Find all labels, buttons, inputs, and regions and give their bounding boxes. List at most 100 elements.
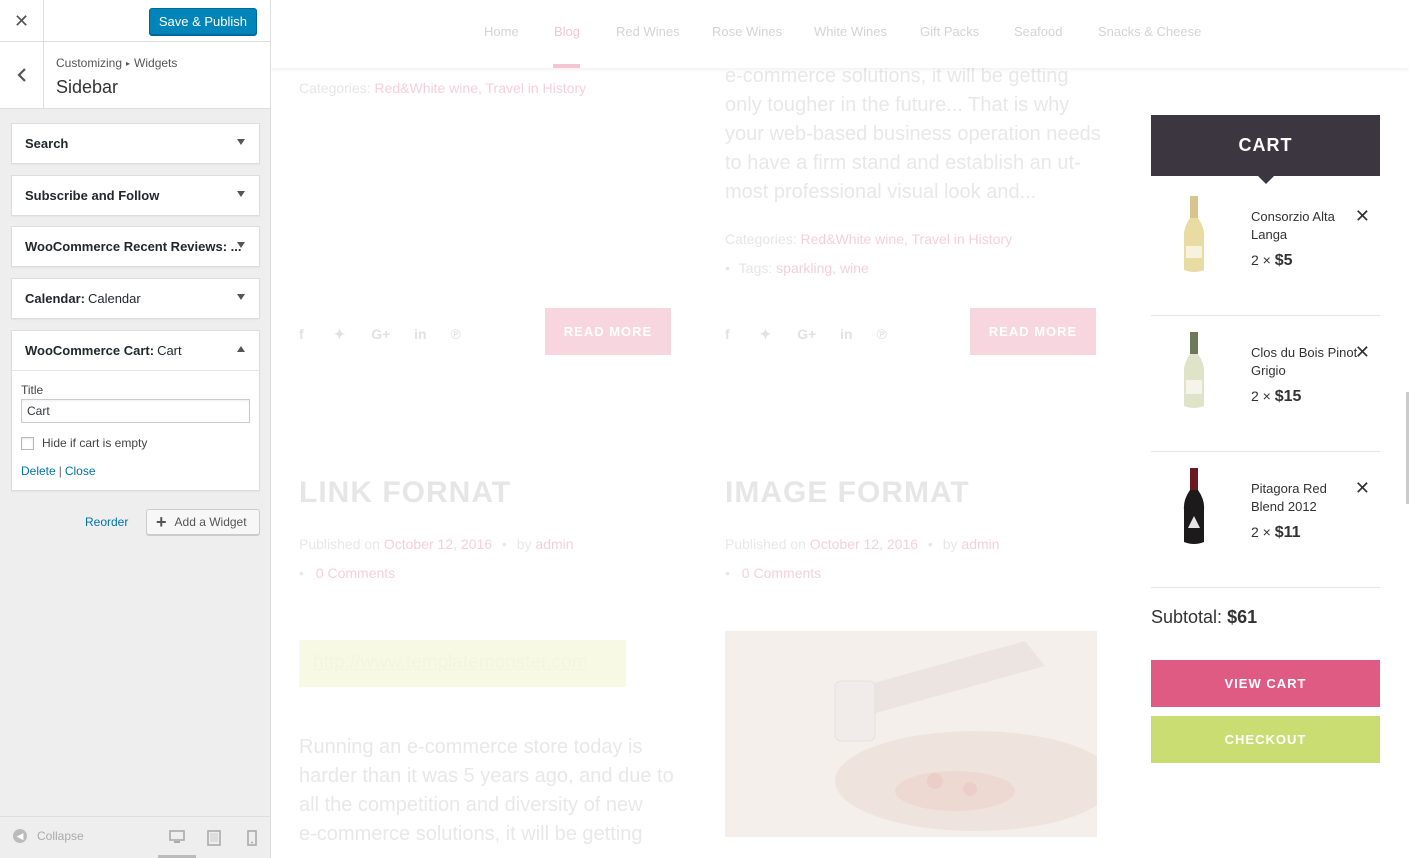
product-thumbnail[interactable]	[1169, 466, 1219, 546]
widget-header[interactable]: Search	[12, 124, 259, 163]
widget-header[interactable]: WooCommerce Recent Reviews: ...	[12, 227, 259, 266]
product-price: $11	[1274, 524, 1301, 541]
nav-home[interactable]: Home	[484, 24, 519, 39]
meta-separator: •	[927, 536, 933, 552]
linkedin-icon[interactable]: in	[414, 326, 426, 342]
widget-subscribe-follow[interactable]: Subscribe and Follow	[11, 175, 260, 216]
post-title[interactable]: LINK FORNAT	[299, 476, 511, 510]
widget-title: Search	[25, 136, 69, 151]
breadcrumb-child: Widgets	[134, 56, 178, 70]
chevron-down-icon[interactable]	[237, 294, 245, 300]
nav-white-wines[interactable]: White Wines	[814, 24, 887, 39]
widget-form: Title Hide if cart is empty Delete|Close	[12, 370, 259, 490]
nav-seafood[interactable]: Seafood	[1014, 24, 1062, 39]
read-more-button[interactable]: READ MORE	[970, 308, 1096, 355]
nav-rose-wines[interactable]: Rose Wines	[712, 24, 782, 39]
back-icon[interactable]	[0, 42, 44, 108]
title-input[interactable]	[21, 399, 250, 423]
widget-header[interactable]: WooCommerce Cart: Cart	[12, 331, 259, 370]
post-title[interactable]: IMAGE FORMAT	[725, 476, 970, 510]
hide-empty-option[interactable]: Hide if cart is empty	[21, 436, 250, 450]
breadcrumb: Customizing ▸ Widgets	[56, 56, 177, 70]
product-thumbnail[interactable]	[1169, 194, 1219, 274]
post-meta: Published on October 12, 2016 • by admin	[725, 536, 1000, 552]
categories-label: Categories:	[299, 80, 371, 96]
widget-actions: Delete | Close	[21, 464, 250, 478]
breadcrumb-arrow-icon: ▸	[126, 59, 131, 68]
close-icon[interactable]: ✕	[0, 0, 44, 42]
save-publish-button[interactable]: Save & Publish	[148, 8, 257, 35]
collapse-button[interactable]: ◀ Collapse	[13, 829, 84, 843]
breadcrumb-parent: Customizing	[56, 56, 123, 70]
section-header: Customizing ▸ Widgets Sidebar	[0, 42, 270, 109]
tags-links[interactable]: sparkling, wine	[776, 260, 869, 276]
widget-cart[interactable]: WooCommerce Cart: Cart Title Hide if car…	[11, 330, 260, 491]
plus-icon: +	[156, 512, 167, 532]
mobile-preview-icon[interactable]	[247, 830, 257, 851]
post-link[interactable]: http://www.templatemonster.com	[299, 640, 626, 687]
pinterest-icon[interactable]: ℗	[451, 326, 461, 342]
qty-label: 2 ×	[1251, 524, 1271, 540]
widget-header[interactable]: Calendar: Calendar	[12, 279, 259, 318]
google-plus-icon[interactable]: G+	[371, 326, 390, 342]
reorder-link[interactable]: Reorder	[85, 515, 128, 529]
nav-red-wines[interactable]: Red Wines	[616, 24, 680, 39]
chevron-down-icon[interactable]	[237, 139, 245, 145]
product-name[interactable]: Consorzio Alta Langa	[1251, 208, 1361, 244]
desktop-preview-icon[interactable]	[169, 830, 185, 849]
nav-active-indicator	[553, 64, 580, 68]
main-nav: Home Blog Red Wines Rose Wines White Win…	[271, 0, 1409, 68]
widget-calendar[interactable]: Calendar: Calendar	[11, 278, 260, 319]
twitter-icon[interactable]: ✦	[760, 326, 772, 342]
chevron-down-icon[interactable]	[237, 191, 245, 197]
tags-bullet: •	[725, 260, 730, 276]
excerpt-line: harder than it was 5 years ago, and due …	[299, 765, 674, 787]
widget-recent-reviews[interactable]: WooCommerce Recent Reviews: ...	[11, 226, 260, 267]
customizer-panel: ✕ Save & Publish Customizing ▸ Widgets Sid…	[0, 0, 271, 858]
twitter-icon[interactable]: ✦	[334, 326, 346, 342]
comments-link[interactable]: 0 Comments	[742, 565, 821, 581]
qty-label: 2 ×	[1251, 252, 1271, 268]
delete-link[interactable]: Delete	[21, 464, 56, 478]
chevron-down-icon[interactable]	[237, 242, 245, 248]
post-author[interactable]: admin	[535, 536, 573, 552]
checkout-button[interactable]: CHECKOUT	[1151, 716, 1380, 763]
remove-item-icon[interactable]: ✕	[1355, 342, 1370, 363]
widget-search[interactable]: Search	[11, 123, 260, 164]
product-qty: 2 × $5	[1251, 252, 1293, 270]
title-label: Title	[21, 383, 44, 397]
subtotal-label: Subtotal:	[1151, 607, 1223, 627]
linkedin-icon[interactable]: in	[840, 326, 852, 342]
read-more-button[interactable]: READ MORE	[545, 308, 671, 355]
product-thumbnail[interactable]	[1169, 330, 1219, 410]
post-date[interactable]: October 12, 2016	[810, 536, 918, 552]
comments-link[interactable]: 0 Comments	[316, 565, 395, 581]
nav-blog[interactable]: Blog	[554, 24, 580, 39]
post-image[interactable]	[725, 631, 1097, 837]
remove-item-icon[interactable]: ✕	[1355, 206, 1370, 227]
categories-links[interactable]: Red&White wine, Travel in History	[374, 80, 586, 96]
view-cart-button[interactable]: VIEW CART	[1151, 660, 1380, 707]
close-link[interactable]: Close	[65, 464, 96, 478]
widget-title: Subscribe and Follow	[25, 188, 160, 203]
categories-links[interactable]: Red&White wine, Travel in History	[800, 231, 1012, 247]
tablet-preview-icon[interactable]	[207, 830, 221, 851]
collapse-icon: ◀	[13, 829, 27, 843]
product-name[interactable]: Pitagora Red Blend 2012	[1251, 480, 1361, 516]
facebook-icon[interactable]: f	[725, 326, 730, 342]
customizer-footer: ◀ Collapse	[0, 816, 270, 858]
chevron-up-icon[interactable]	[237, 346, 245, 352]
facebook-icon[interactable]: f	[299, 326, 304, 342]
pinterest-icon[interactable]: ℗	[877, 326, 887, 342]
add-widget-button[interactable]: + Add a Widget	[146, 509, 260, 535]
widget-header[interactable]: Subscribe and Follow	[12, 176, 259, 215]
product-name[interactable]: Clos du Bois Pinot Grigio	[1251, 344, 1361, 380]
nav-snacks-cheese[interactable]: Snacks & Cheese	[1098, 24, 1201, 39]
post-date[interactable]: October 12, 2016	[384, 536, 492, 552]
post-author[interactable]: admin	[961, 536, 999, 552]
remove-item-icon[interactable]: ✕	[1355, 478, 1370, 499]
nav-gift-packs[interactable]: Gift Packs	[920, 24, 979, 39]
widget-title: Calendar:	[25, 291, 85, 306]
google-plus-icon[interactable]: G+	[797, 326, 816, 342]
hide-empty-checkbox[interactable]	[21, 436, 34, 450]
